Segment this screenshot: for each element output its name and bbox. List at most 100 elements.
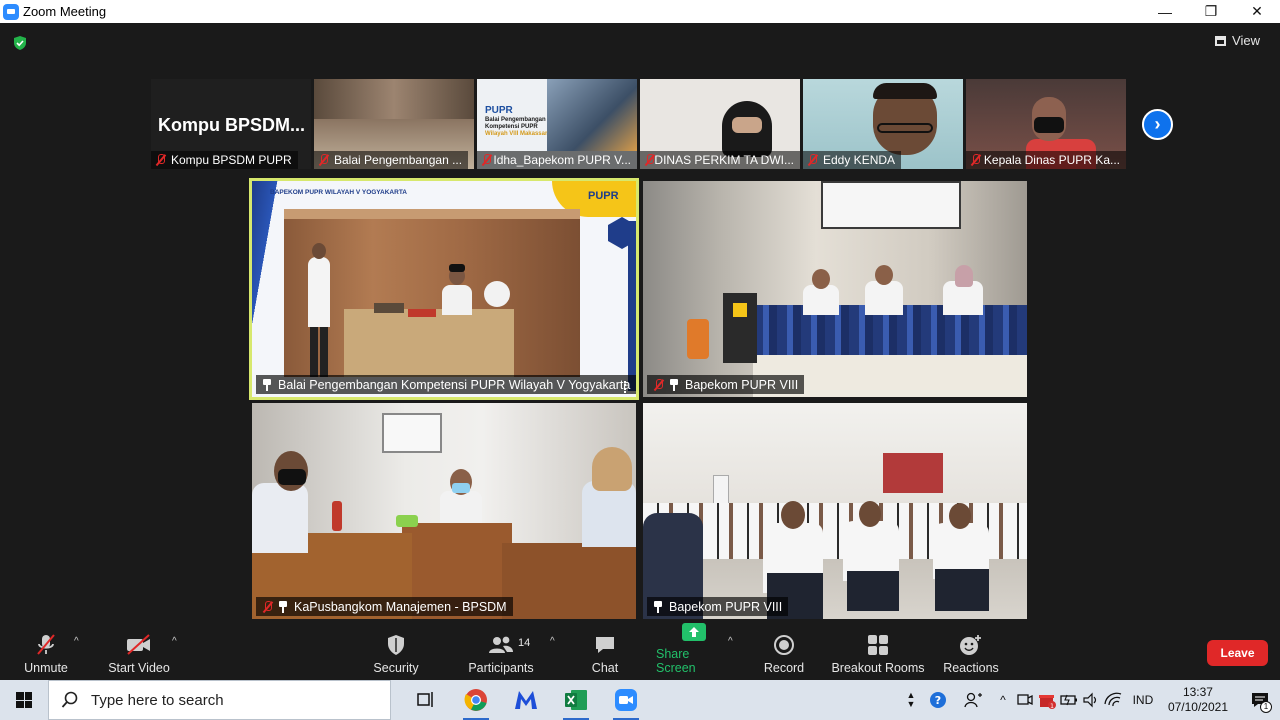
mic-muted-icon	[807, 154, 819, 166]
wifi-icon[interactable]	[1102, 690, 1126, 710]
leave-button[interactable]: Leave	[1207, 640, 1268, 666]
tile-name: Balai Pengembangan Kompetensi PUPR Wilay…	[278, 377, 631, 392]
maximize-button[interactable]: ❐	[1188, 0, 1234, 23]
share-screen-button[interactable]: Share Screen	[656, 623, 732, 680]
encryption-shield-icon[interactable]	[12, 35, 28, 51]
share-screen-icon	[680, 621, 708, 643]
malwarebytes-icon[interactable]	[501, 680, 551, 720]
svg-text:?: ?	[935, 694, 941, 707]
attendee-head	[781, 501, 805, 529]
mic-muted-icon	[32, 633, 60, 657]
mic-muted-icon	[970, 154, 980, 166]
participant-body	[252, 483, 308, 553]
face-mask	[452, 483, 470, 493]
excel-icon[interactable]	[551, 680, 601, 720]
action-center-button[interactable]: 1	[1240, 680, 1280, 720]
window-controls: — ❐ ✕	[1142, 0, 1280, 23]
tile-name: Bapekom PUPR VIII	[685, 377, 799, 392]
room-wall	[314, 79, 474, 119]
pin-icon	[278, 600, 288, 613]
slide-text-line: Balai Pengembangan	[485, 117, 546, 123]
desk-item	[396, 515, 418, 527]
video-tile-kapusbangkom[interactable]: KaPusbangkom Manajemen - BPSDM	[252, 403, 636, 619]
unmute-button[interactable]: Unmute	[18, 630, 74, 680]
participants-count: 14	[518, 637, 531, 649]
chrome-icon[interactable]	[451, 680, 501, 720]
task-view-icon[interactable]	[401, 680, 451, 720]
battery-icon[interactable]	[1058, 690, 1080, 710]
show-hidden-icons-chevron-icon[interactable]: ^	[992, 693, 1014, 707]
people-icon[interactable]	[956, 690, 992, 710]
speaker-leg	[320, 327, 328, 377]
meet-now-icon[interactable]	[1014, 690, 1036, 710]
peci-cap	[449, 264, 465, 272]
input-language[interactable]: IND	[1126, 693, 1160, 707]
tile-name-tag: KaPusbangkom Manajemen - BPSDM	[256, 597, 513, 616]
next-page-arrow-icon[interactable]: ›	[1142, 109, 1173, 140]
mic-muted-icon	[318, 154, 330, 166]
tray-scroll-icon[interactable]: ▲ ▼	[902, 691, 920, 709]
video-tile-bapekom-viii-stage[interactable]: Bapekom PUPR VIII	[643, 181, 1027, 397]
attendee-trousers	[935, 569, 989, 611]
thumbnail-name: Kompu BPSDM PUPR	[171, 153, 292, 167]
security-button[interactable]: Security	[366, 630, 426, 680]
breakout-rooms-button[interactable]: Breakout Rooms	[830, 630, 926, 680]
thumbnail-dinas-perkim[interactable]: DINAS PERKIM TA DWI...	[640, 79, 800, 169]
speaker-body	[308, 257, 330, 327]
table-cloth	[344, 309, 514, 377]
official-head	[812, 269, 830, 289]
reactions-label: Reactions	[943, 661, 999, 675]
slide-text-line: Wilayah VIII Makassar	[485, 131, 548, 137]
ceiling	[284, 209, 580, 219]
minimize-button[interactable]: —	[1142, 0, 1188, 23]
zoom-logo-icon	[3, 3, 19, 20]
thumbnail-name: Balai Pengembangan ...	[334, 153, 463, 167]
help-icon[interactable]: ?	[920, 690, 956, 710]
attendee-head	[949, 503, 971, 529]
tile-name: KaPusbangkom Manajemen - BPSDM	[294, 599, 507, 614]
video-options-caret-icon[interactable]: ^	[172, 636, 177, 647]
video-tile-yogyakarta[interactable]: BAPEKOM PUPR WILAYAH V YOGYAKARTA PUPR B…	[249, 178, 639, 400]
thumbnail-idha-bapekom[interactable]: PUPR Balai Pengembangan Kompetensi PUPR …	[477, 79, 637, 169]
video-off-icon	[125, 633, 153, 657]
thumbnail-name: DINAS PERKIM TA DWI...	[654, 153, 794, 167]
record-button[interactable]: Record	[762, 630, 806, 680]
close-button[interactable]: ✕	[1234, 0, 1280, 23]
thumbnail-kepala-dinas[interactable]: Kepala Dinas PUPR Ka...	[966, 79, 1126, 169]
chat-button[interactable]: Chat	[585, 630, 625, 680]
thumbnail-name-tag: Balai Pengembangan ...	[314, 151, 469, 169]
start-video-button[interactable]: Start Video	[104, 630, 174, 680]
glasses	[877, 123, 933, 133]
window-title: Zoom Meeting	[23, 4, 107, 19]
thumbnail-balai-pengembangan[interactable]: Balai Pengembangan ...	[314, 79, 474, 169]
thumbnail-name-tag: Kompu BPSDM PUPR	[151, 151, 298, 169]
meeting-controls: Unmute ^ Start Video ^ Security Particip…	[0, 623, 1280, 680]
taskbar-search[interactable]: Type here to search	[48, 680, 391, 720]
hijab	[592, 447, 632, 491]
tile-name-tag: Bapekom PUPR VIII	[647, 375, 805, 394]
reactions-button[interactable]: Reactions	[942, 630, 1000, 680]
clock-time: 13:37	[1182, 685, 1213, 699]
official-body	[865, 281, 903, 315]
participants-icon	[487, 633, 515, 657]
audio-options-caret-icon[interactable]: ^	[74, 636, 79, 647]
participants-caret-icon[interactable]: ^	[550, 636, 555, 647]
view-button[interactable]: View	[1215, 33, 1260, 48]
mic-muted-icon	[653, 378, 665, 391]
video-tile-bapekom-viii-audience[interactable]: Bapekom PUPR VIII	[643, 403, 1027, 619]
more-options-icon[interactable]	[624, 381, 628, 393]
notification-count: 1	[1260, 701, 1272, 713]
view-grid-icon	[1215, 35, 1227, 46]
mic-muted-icon	[155, 154, 167, 166]
thumbnail-name-tag: DINAS PERKIM TA DWI...	[640, 151, 800, 169]
zoom-app-icon[interactable]	[601, 680, 651, 720]
volume-icon[interactable]	[1080, 690, 1102, 710]
participant-body	[440, 491, 482, 523]
start-button[interactable]	[0, 680, 48, 720]
taskbar-clock[interactable]: 13:37 07/10/2021	[1168, 685, 1228, 715]
gift-notification-icon[interactable]: 1	[1036, 690, 1058, 710]
share-options-caret-icon[interactable]: ^	[728, 636, 733, 647]
thumbnail-eddy-kenda[interactable]: Eddy KENDA	[803, 79, 963, 169]
speaker-leg	[310, 327, 318, 377]
thumbnail-kompu-bpsdm[interactable]: Kompu BPSDM... Kompu BPSDM PUPR	[151, 79, 311, 169]
